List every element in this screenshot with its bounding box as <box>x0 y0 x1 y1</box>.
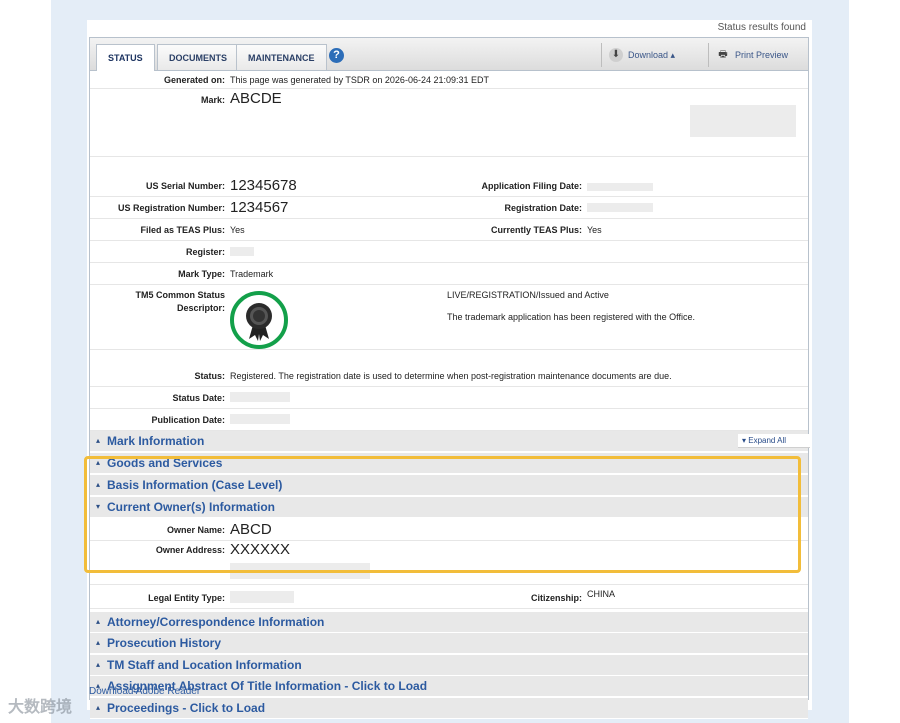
publication-date-redacted <box>230 414 290 424</box>
section-title: Attorney/Correspondence Information <box>107 615 325 629</box>
generated-on-row: Generated on: This page was generated by… <box>90 71 808 89</box>
status-date-label: Status Date: <box>172 393 225 403</box>
registered-badge-icon <box>230 291 288 349</box>
section-goods-and-services[interactable]: ▴ Goods and Services <box>90 453 808 474</box>
currently-teas-label: Currently TEAS Plus: <box>490 225 582 235</box>
serial-row: US Serial Number: 12345678 Application F… <box>90 175 808 197</box>
mark-image-redacted <box>690 105 796 137</box>
section-basis-information[interactable]: ▴ Basis Information (Case Level) <box>90 475 808 496</box>
section-title: TM Staff and Location Information <box>107 658 302 672</box>
status-date-redacted <box>230 392 290 402</box>
registration-date-redacted <box>587 203 653 212</box>
owner-name-row: Owner Name: ABCD <box>90 519 808 541</box>
tab-status[interactable]: STATUS <box>96 44 155 71</box>
print-preview-label: Print Preview <box>735 50 789 60</box>
mark-type-value: Trademark <box>230 269 274 279</box>
tm5-line2: The trademark application has been regis… <box>447 312 695 322</box>
currently-teas-value: Yes <box>587 225 602 235</box>
status-row: Status: Registered. The registration dat… <box>90 365 808 387</box>
register-redacted <box>230 247 254 256</box>
collapse-arrow-icon: ▴ <box>96 480 101 489</box>
legal-entity-row: Legal Entity Type: Citizenship: CHINA <box>90 587 808 609</box>
registration-number-row: US Registration Number: 1234567 Registra… <box>90 197 808 219</box>
tm5-row: TM5 Common Status Descriptor: LIVE/REGIS… <box>90 285 808 350</box>
section-attorney-correspondence[interactable]: ▴ Attorney/Correspondence Information <box>90 612 808 633</box>
serial-value: 12345678 <box>230 177 297 194</box>
collapse-arrow-icon: ▴ <box>96 436 101 445</box>
section-current-owner[interactable]: ▾ Current Owner(s) Information <box>90 497 808 518</box>
status-label: Status: <box>194 371 225 381</box>
generated-on-value: This page was generated by TSDR on 2026-… <box>230 75 489 85</box>
teas-plus-label: Filed as TEAS Plus: <box>140 225 225 235</box>
section-tm-staff[interactable]: ▴ TM Staff and Location Information <box>90 655 808 676</box>
print-preview-button[interactable]: 🖶 Print Preview <box>708 43 808 67</box>
section-title: Goods and Services <box>107 456 223 470</box>
legal-entity-redacted <box>230 591 294 603</box>
expand-arrow-icon: ▾ <box>96 502 101 511</box>
tsdr-page: Status results found STATUS DOCUMENTS MA… <box>87 20 812 719</box>
owner-name-value: ABCD <box>230 521 272 538</box>
section-title: Prosecution History <box>107 636 222 650</box>
mark-type-label: Mark Type: <box>178 269 225 279</box>
download-adobe-reader-link[interactable]: Download Adobe Reader <box>89 686 200 697</box>
status-panel: STATUS DOCUMENTS MAINTENANCE ? ⬇ Downloa… <box>89 37 810 719</box>
collapse-arrow-icon: ▴ <box>96 638 101 647</box>
registration-number-label: US Registration Number: <box>117 203 225 213</box>
section-proceedings[interactable]: ▴ Proceedings - Click to Load <box>90 698 808 719</box>
mark-value: ABCDE <box>230 90 282 107</box>
registration-date-label: Registration Date: <box>504 203 582 213</box>
download-button[interactable]: ⬇ Download ▴ <box>601 43 683 67</box>
section-title: Proceedings - Click to Load <box>107 701 266 715</box>
generated-on-label: Generated on: <box>163 75 225 85</box>
collapse-arrow-icon: ▴ <box>96 703 101 712</box>
registration-number-value: 1234567 <box>230 199 289 216</box>
teas-plus-row: Filed as TEAS Plus: Yes Currently TEAS P… <box>90 219 808 241</box>
register-row: Register: <box>90 241 808 263</box>
section-mark-information[interactable]: ▴ Mark Information ▾ Expand All <box>90 431 810 452</box>
serial-label: US Serial Number: <box>145 181 225 191</box>
download-label: Download ▴ <box>628 50 676 60</box>
tab-bar: STATUS DOCUMENTS MAINTENANCE ? ⬇ Downloa… <box>90 38 808 71</box>
section-title: Basis Information (Case Level) <box>107 478 283 492</box>
mark-row: Mark: ABCDE <box>90 89 808 157</box>
award-ribbon-icon <box>246 303 272 341</box>
status-value: Registered. The registration date is use… <box>230 371 672 381</box>
printer-icon: 🖶 <box>718 49 728 60</box>
owner-address-value: XXXXXX <box>230 541 291 558</box>
section-prosecution-history[interactable]: ▴ Prosecution History <box>90 633 808 654</box>
owner-name-label: Owner Name: <box>166 525 225 535</box>
collapse-arrow-icon: ▴ <box>96 660 101 669</box>
owner-address-row: Owner Address: XXXXXX <box>90 541 808 585</box>
tab-documents[interactable]: DOCUMENTS <box>157 44 239 70</box>
citizenship-value: CHINA <box>587 589 616 599</box>
section-title: Mark Information <box>107 434 205 448</box>
expand-all-button[interactable]: ▾ Expand All <box>738 434 810 448</box>
mark-type-row: Mark Type: Trademark <box>90 263 808 285</box>
download-arrow-icon: ⬇ <box>609 48 623 62</box>
legal-entity-label: Legal Entity Type: <box>148 593 225 603</box>
publication-date-row: Publication Date: <box>90 409 808 431</box>
collapse-arrow-icon: ▴ <box>96 458 101 467</box>
tm5-line1: LIVE/REGISTRATION/Issued and Active <box>447 290 609 300</box>
owner-address-redacted <box>230 563 370 579</box>
filing-date-label: Application Filing Date: <box>481 181 583 191</box>
mark-label: Mark: <box>200 95 225 105</box>
status-date-row: Status Date: <box>90 387 808 409</box>
publication-date-label: Publication Date: <box>151 415 225 425</box>
tab-maintenance[interactable]: MAINTENANCE <box>236 44 327 70</box>
owner-address-label: Owner Address: <box>155 545 225 555</box>
tm5-label: TM5 Common Status Descriptor: <box>135 290 225 313</box>
status-results-found: Status results found <box>717 22 806 33</box>
help-icon[interactable]: ? <box>329 48 344 63</box>
section-title: Current Owner(s) Information <box>107 500 276 514</box>
teas-plus-value: Yes <box>230 225 245 235</box>
filing-date-redacted <box>587 183 653 191</box>
watermark-logo: 大数跨境 <box>8 699 73 716</box>
collapse-arrow-icon: ▴ <box>96 617 101 626</box>
citizenship-label: Citizenship: <box>531 593 582 603</box>
register-label: Register: <box>185 247 225 257</box>
